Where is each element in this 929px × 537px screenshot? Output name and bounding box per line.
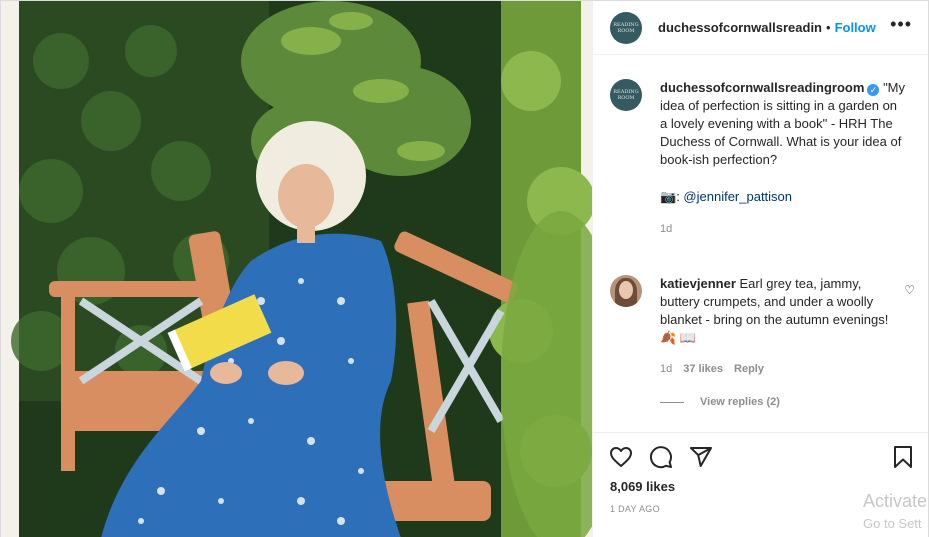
activate-windows-subtext: Go to Sett xyxy=(863,516,922,531)
comment-timestamp[interactable]: 1d xyxy=(660,363,672,375)
replies-divider xyxy=(660,401,684,403)
mention-link[interactable]: @jennifer_pattison xyxy=(683,189,792,204)
account-avatar[interactable]: READING ROOM xyxy=(610,11,642,44)
likes-count[interactable]: 8,069 likes xyxy=(610,479,675,494)
comment-icon[interactable] xyxy=(649,445,673,469)
activate-windows-watermark: Activate xyxy=(863,491,928,511)
comment-item: katievjenner Earl grey tea, jammy, butte… xyxy=(610,275,915,408)
camera-icon: 📷 xyxy=(660,189,677,204)
verified-badge-icon: ✓ xyxy=(867,84,880,96)
action-icons xyxy=(609,445,713,469)
avatar-text: READING ROOM xyxy=(613,89,639,101)
comment-like-heart-icon[interactable]: ♡ xyxy=(904,283,915,297)
avatar-face xyxy=(619,281,633,299)
caption-text-block: duchessofcornwallsreadingroom ✓ "My idea … xyxy=(660,79,905,238)
caption-username[interactable]: duchessofcornwallsreadingroom xyxy=(660,80,864,95)
view-replies-label: View replies (2) xyxy=(700,396,780,408)
bookmark-icon[interactable] xyxy=(891,445,915,469)
avatar-text: READING ROOM xyxy=(613,21,639,34)
caption-timestamp[interactable]: 1d xyxy=(660,220,905,238)
post-details-panel: READING ROOM duchessofcornwallsreadin • … xyxy=(593,1,928,537)
post-photo[interactable] xyxy=(1,1,593,537)
reply-button[interactable]: Reply xyxy=(734,363,764,375)
caption-avatar[interactable]: READING ROOM xyxy=(610,79,642,111)
comment-likes[interactable]: 37 likes xyxy=(683,363,723,375)
follow-button[interactable]: Follow xyxy=(835,20,876,35)
post-date[interactable]: 1 DAY AGO xyxy=(610,504,660,514)
heart-icon[interactable] xyxy=(609,445,633,469)
share-icon[interactable] xyxy=(689,445,713,469)
post-header: READING ROOM duchessofcornwallsreadin • … xyxy=(593,1,928,55)
comment-meta: 1d 37 likes Reply xyxy=(660,363,764,375)
comment-username[interactable]: katievjenner xyxy=(660,276,736,291)
save-control xyxy=(891,445,915,474)
comment-text-block: katievjenner Earl grey tea, jammy, butte… xyxy=(660,275,890,347)
photo-credit: 📷: @jennifer_pattison xyxy=(660,188,905,206)
header-username[interactable]: duchessofcornwallsreadin xyxy=(658,20,822,35)
instagram-post: READING ROOM duchessofcornwallsreadin • … xyxy=(0,0,929,537)
view-replies-button[interactable]: View replies (2) xyxy=(660,396,780,408)
post-caption: READING ROOM duchessofcornwallsreadingro… xyxy=(610,79,915,238)
header-separator: • xyxy=(826,20,831,35)
more-horizontal-icon[interactable]: ••• xyxy=(890,14,912,35)
commenter-avatar[interactable] xyxy=(610,275,642,307)
photo-illustration xyxy=(1,1,592,537)
